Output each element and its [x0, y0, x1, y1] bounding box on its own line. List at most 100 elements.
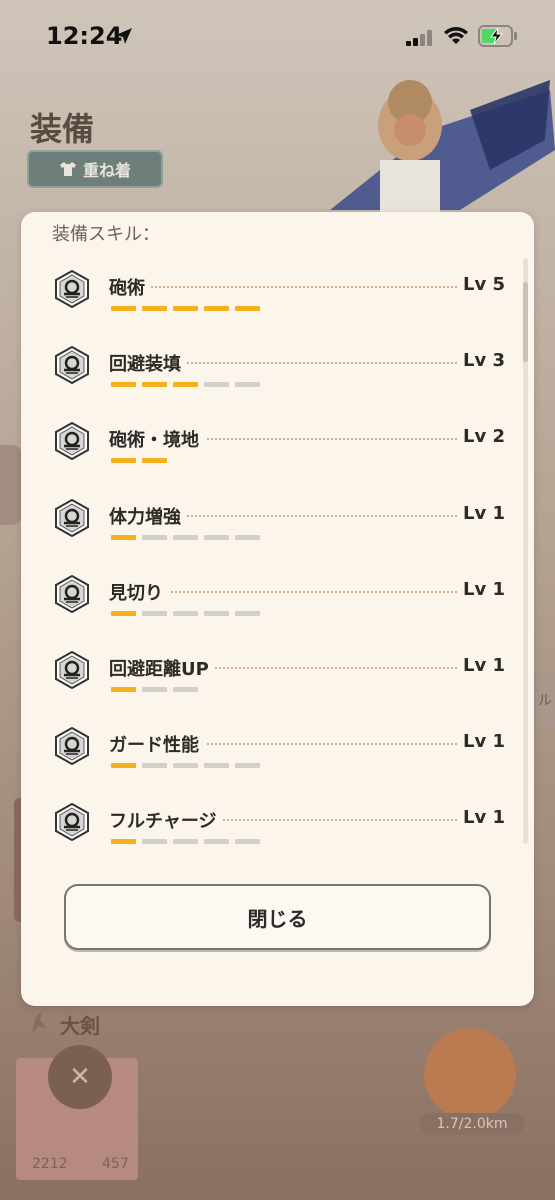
skill-leader-dots: [111, 286, 461, 288]
skill-level-bars: [111, 382, 260, 388]
battery-charging-icon: [478, 25, 517, 47]
distance-badge: 1.7/2.0km: [420, 1113, 524, 1135]
skill-level: Lv 2: [457, 426, 505, 448]
skill-name: 回避装填: [109, 350, 187, 377]
level-bar-empty: [173, 763, 198, 769]
skill-level: Lv 3: [457, 350, 505, 372]
level-bar-empty: [204, 534, 229, 540]
skill-level-bars: [111, 534, 260, 540]
skill-row: 回避距離UP Lv 1: [21, 651, 521, 721]
level-bar-empty: [142, 534, 167, 540]
background-card-edge: [0, 445, 22, 525]
weapon-secondary-value: 457: [102, 1156, 129, 1172]
skill-row: 回避装填 Lv 3: [21, 346, 521, 416]
level-bar-filled: [111, 687, 136, 692]
skill-level: Lv 1: [457, 655, 505, 676]
level-bar-empty: [173, 687, 198, 692]
skill-level: Lv 1: [457, 578, 505, 600]
skill-name: 砲術・境地: [109, 426, 205, 453]
dialog-header: 装備スキル：: [52, 224, 160, 245]
skill-level-bars: [111, 458, 167, 464]
level-bar-filled: [142, 382, 167, 388]
level-bar-empty: [235, 534, 260, 540]
skill-row: 砲術・境地 Lv 2: [21, 422, 521, 492]
weapon-type-label: 大剣: [60, 1014, 100, 1038]
level-bar-filled: [111, 839, 136, 845]
skill-level-bars: [111, 763, 260, 769]
skill-badge-icon: [55, 574, 89, 613]
level-bar-filled: [111, 534, 136, 540]
skill-row: フルチャージ Lv 1: [21, 803, 521, 873]
level-bar-filled: [173, 306, 198, 311]
level-bar-empty: [142, 610, 167, 616]
level-bar-empty: [173, 610, 198, 616]
level-bar-empty: [235, 839, 260, 845]
skill-level: Lv 1: [457, 731, 505, 753]
level-bar-empty: [142, 687, 167, 692]
skill-badge-icon: [55, 422, 89, 461]
level-bar-empty: [235, 382, 260, 388]
skill-badge-icon: [55, 498, 89, 537]
level-bar-filled: [111, 458, 136, 464]
level-bar-filled: [142, 306, 167, 311]
level-bar-filled: [235, 306, 260, 311]
skill-name: ガード性能: [109, 731, 205, 758]
skill-name: 見切り: [109, 578, 169, 605]
level-bar-empty: [235, 610, 260, 616]
level-bar-filled: [204, 306, 229, 311]
layering-button-label: 重ね着: [82, 161, 131, 180]
monster-avatar[interactable]: [424, 1028, 516, 1120]
clock: 12:24: [46, 22, 123, 50]
skill-name: 回避距離UP: [109, 655, 215, 681]
skill-badge-icon: [55, 346, 89, 385]
background-tab-text: ル: [538, 693, 552, 709]
skill-row: 見切り Lv 1: [21, 574, 521, 645]
close-button[interactable]: 閉じる: [64, 884, 491, 950]
level-bar-empty: [204, 610, 229, 616]
wifi-icon: [444, 27, 468, 44]
scrollbar-thumb[interactable]: [523, 282, 528, 362]
skill-row: ガード性能 Lv 1: [21, 727, 521, 797]
page-title: 装備: [30, 110, 95, 148]
level-bar-filled: [111, 610, 136, 616]
shirt-icon: [59, 162, 76, 176]
level-bar-filled: [111, 382, 136, 388]
cellular-signal-icon: [406, 30, 432, 46]
level-bar-filled: [142, 458, 167, 464]
level-bar-filled: [111, 763, 136, 769]
status-bar: 12:24: [0, 0, 555, 70]
level-bar-empty: [235, 763, 260, 769]
skill-badge-icon: [55, 270, 89, 308]
skill-badge-icon: [55, 727, 89, 766]
hunter-character-image: [330, 80, 555, 220]
level-bar-empty: [142, 763, 167, 769]
skill-name: フルチャージ: [109, 807, 223, 834]
great-sword-icon: [32, 1012, 46, 1034]
skill-level-bars: [111, 687, 198, 692]
equipment-skills-dialog: 装備スキル： 砲術 Lv 5 回避装填 Lv 3 砲術・境地 Lv 2 体力増強…: [21, 212, 534, 1006]
skill-name: 体力増強: [109, 502, 187, 529]
location-arrow-icon: [116, 28, 132, 44]
skill-row: 砲術 Lv 5: [21, 270, 521, 340]
layering-button[interactable]: 重ね着: [27, 150, 163, 188]
skill-row: 体力増強 Lv 1: [21, 498, 521, 569]
skill-level: Lv 1: [457, 807, 505, 829]
level-bar-filled: [173, 382, 198, 388]
skill-level-bars: [111, 839, 260, 845]
level-bar-filled: [111, 306, 136, 311]
close-icon[interactable]: ✕: [48, 1045, 112, 1109]
level-bar-empty: [204, 839, 229, 845]
skill-badge-icon: [55, 651, 89, 689]
skill-level: Lv 1: [457, 502, 505, 524]
skill-level: Lv 5: [457, 274, 505, 295]
skill-name: 砲術: [109, 274, 151, 300]
level-bar-empty: [173, 534, 198, 540]
weapon-attack-value: 2212: [32, 1156, 68, 1172]
level-bar-empty: [173, 839, 198, 845]
level-bar-empty: [142, 839, 167, 845]
skill-badge-icon: [55, 803, 89, 842]
skill-level-bars: [111, 306, 260, 311]
level-bar-empty: [204, 382, 229, 388]
level-bar-empty: [204, 763, 229, 769]
skill-level-bars: [111, 610, 260, 616]
